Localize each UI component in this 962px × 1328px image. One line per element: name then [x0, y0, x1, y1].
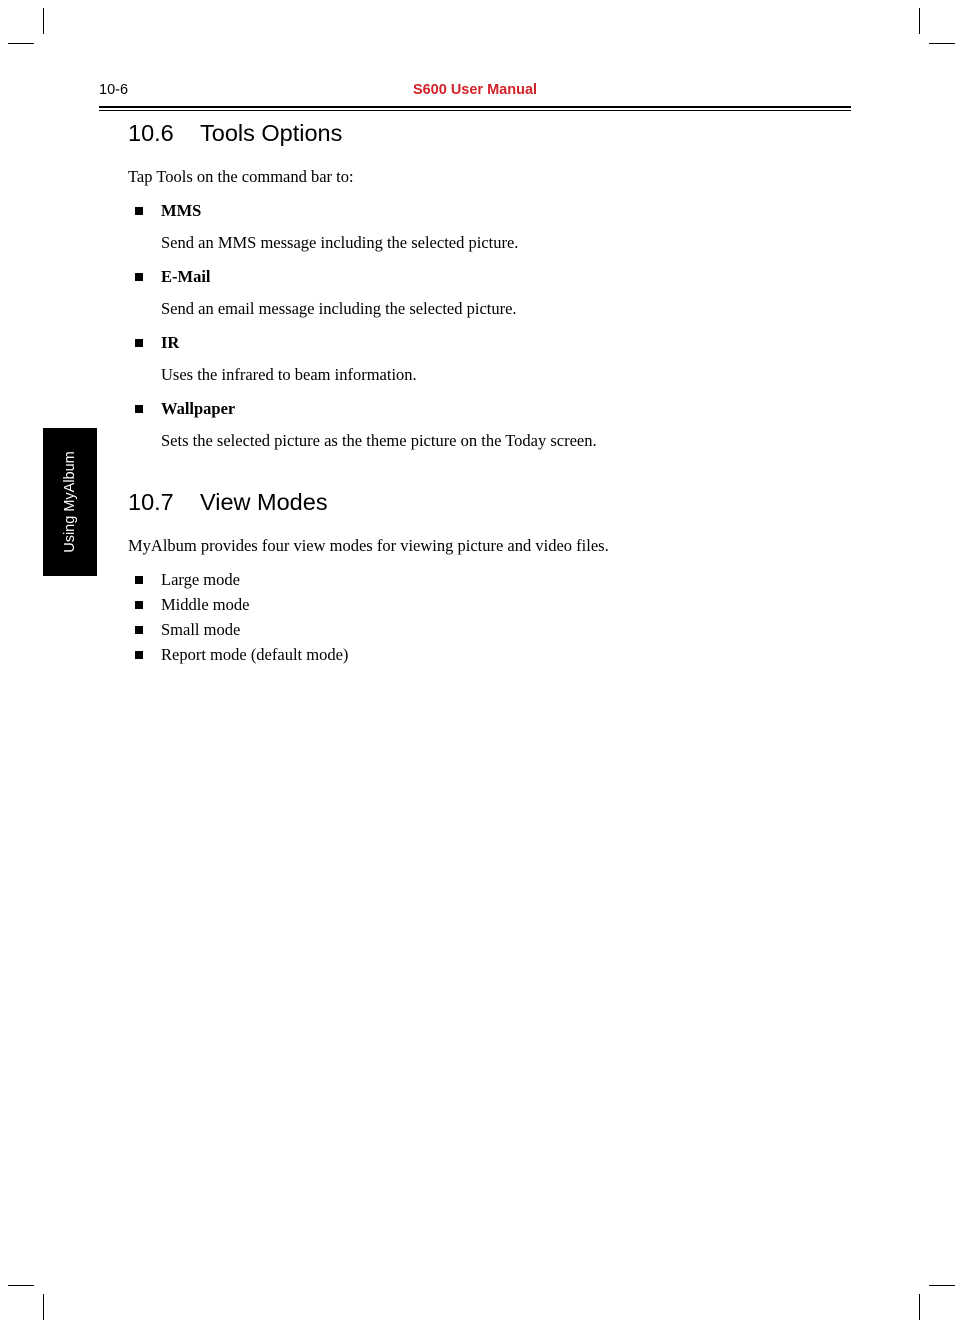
list-item: Small mode	[128, 620, 851, 640]
tool-term: IR	[161, 333, 180, 352]
crop-mark-bottom-right	[919, 1294, 920, 1320]
tool-description: Sets the selected picture as the theme p…	[161, 431, 597, 450]
tool-description: Send an MMS message including the select…	[161, 233, 519, 252]
view-mode-label: Middle mode	[161, 595, 250, 614]
section-intro-10-6: Tap Tools on the command bar to:	[128, 167, 354, 186]
list-item: Middle mode	[128, 595, 851, 615]
square-bullet-icon	[135, 651, 143, 659]
tool-term: E-Mail	[161, 267, 211, 286]
page: 10-6 S600 User Manual Using MyAlbum 10.6…	[0, 0, 962, 1328]
crop-mark-right-top	[929, 43, 955, 44]
square-bullet-icon	[135, 273, 143, 281]
header-rule-thick	[99, 106, 851, 108]
list-item: E-Mail	[128, 267, 851, 287]
square-bullet-icon	[135, 207, 143, 215]
list-item: MMS	[128, 201, 851, 221]
list-item: IR	[128, 333, 851, 353]
view-mode-label: Small mode	[161, 620, 241, 639]
section-number-10-7: 10.7	[128, 489, 174, 515]
section-number-10-6: 10.6	[128, 120, 174, 146]
square-bullet-icon	[135, 601, 143, 609]
crop-mark-top-right	[919, 8, 920, 34]
list-item: Wallpaper	[128, 399, 851, 419]
tool-term: Wallpaper	[161, 399, 236, 418]
crop-mark-left-top	[8, 43, 34, 44]
square-bullet-icon	[135, 626, 143, 634]
list-item: Report mode (default mode)	[128, 645, 851, 665]
section-intro-10-7: MyAlbum provides four view modes for vie…	[128, 536, 609, 555]
section-title-10-6: Tools Options	[200, 120, 343, 146]
square-bullet-icon	[135, 339, 143, 347]
chapter-tab-label: Using MyAlbum	[62, 451, 78, 553]
tools-options-list-4: Wallpaper	[128, 399, 851, 419]
page-content: 10.6 Tools Options Tap Tools on the comma…	[128, 120, 851, 665]
crop-mark-top-left	[43, 8, 44, 34]
view-modes-list: Large mode Middle mode Small mode Report…	[128, 570, 851, 665]
section-title-10-7: View Modes	[200, 489, 328, 515]
manual-title: S600 User Manual	[412, 82, 538, 98]
tool-term: MMS	[161, 201, 202, 220]
tool-description: Send an email message including the sele…	[161, 299, 517, 318]
view-mode-label: Large mode	[161, 570, 240, 589]
tools-options-list-2: E-Mail	[128, 267, 851, 287]
square-bullet-icon	[135, 405, 143, 413]
page-header: 10-6 S600 User Manual	[99, 82, 851, 104]
section-heading-view-modes: 10.7 View Modes	[128, 489, 851, 516]
tool-description: Uses the infrared to beam information.	[161, 365, 417, 384]
chapter-tab: Using MyAlbum	[43, 428, 97, 576]
crop-mark-left-bottom	[8, 1285, 34, 1286]
tools-options-list-3: IR	[128, 333, 851, 353]
view-mode-label: Report mode (default mode)	[161, 645, 349, 664]
header-rule-thin	[99, 110, 851, 111]
section-heading-tools-options: 10.6 Tools Options	[128, 120, 851, 147]
crop-mark-bottom-left	[43, 1294, 44, 1320]
tools-options-list: MMS	[128, 201, 851, 221]
list-item: Large mode	[128, 570, 851, 590]
crop-mark-right-bottom	[929, 1285, 955, 1286]
square-bullet-icon	[135, 576, 143, 584]
